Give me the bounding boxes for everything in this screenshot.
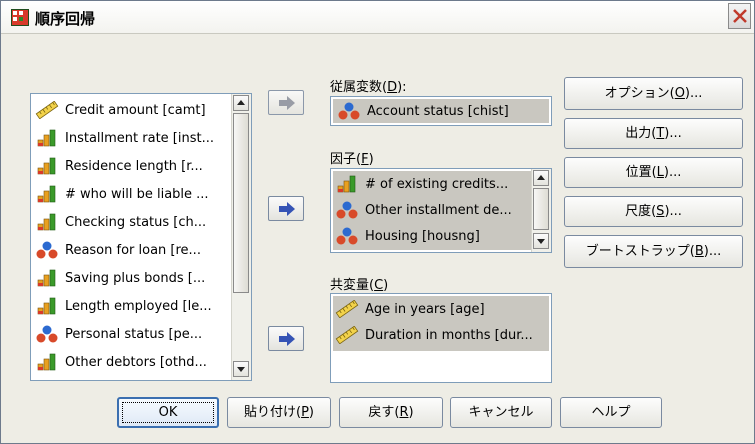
- down-arrow-icon: [537, 239, 545, 244]
- source-variable-item[interactable]: Reason for loan [re...: [35, 238, 229, 262]
- nominal-icon: [336, 201, 358, 219]
- dependent-variable-field[interactable]: Account status [chist]: [330, 96, 552, 126]
- ordinal-icon: [37, 269, 56, 287]
- right-arrow-icon: [279, 332, 295, 346]
- location-button[interactable]: 位置(L)...: [564, 157, 743, 188]
- variable-label: Residence length [r...: [65, 158, 203, 174]
- variable-label: Length employed [le...: [65, 298, 212, 314]
- reset-button[interactable]: 戻す(R): [339, 397, 443, 428]
- ok-button[interactable]: OK: [117, 397, 219, 428]
- dialog-title: 順序回帰: [35, 10, 96, 28]
- spss-data-icon: [11, 9, 29, 26]
- source-variable-item[interactable]: Personal status [pe...: [35, 322, 229, 346]
- factors-label: 因子(F): [330, 152, 374, 167]
- bootstrap-button[interactable]: ブートストラップ(B)...: [564, 235, 743, 268]
- paste-button[interactable]: 貼り付け(P): [227, 397, 331, 428]
- source-variable-item[interactable]: Credit amount [camt]: [35, 98, 229, 122]
- nominal-icon: [36, 241, 58, 259]
- variable-label: Housing [housng]: [365, 228, 480, 244]
- source-list-scrollbar[interactable]: [231, 94, 251, 380]
- factor-variable-item[interactable]: # of existing credits...: [335, 172, 529, 196]
- covariate-variable-item[interactable]: Duration in months [dur...: [335, 323, 549, 347]
- source-variable-item[interactable]: Length employed [le...: [35, 294, 229, 318]
- ordinal-icon: [37, 213, 56, 231]
- up-arrow-icon: [537, 175, 545, 180]
- variable-label: Checking status [ch...: [65, 214, 207, 230]
- scroll-thumb[interactable]: [233, 113, 249, 293]
- source-variable-item[interactable]: # who will be liable ...: [35, 182, 229, 206]
- ordinal-icon: [337, 175, 356, 193]
- scroll-up-button[interactable]: [533, 170, 549, 186]
- variable-label: Credit amount [camt]: [65, 102, 206, 118]
- source-variable-item[interactable]: Other debtors [othd...: [35, 350, 229, 374]
- source-variable-item[interactable]: Residence length [r...: [35, 154, 229, 178]
- scroll-thumb[interactable]: [533, 188, 549, 230]
- close-button[interactable]: [728, 3, 751, 29]
- scale-icon: [335, 300, 359, 318]
- nominal-icon: [36, 325, 58, 343]
- right-arrow-icon: [279, 96, 295, 110]
- variable-label: Other debtors [othd...: [65, 354, 207, 370]
- scroll-down-button[interactable]: [533, 233, 549, 249]
- up-arrow-icon: [237, 100, 245, 105]
- options-button[interactable]: オプション(O)...: [564, 77, 743, 110]
- variable-label: Installment rate [inst...: [65, 130, 214, 146]
- variable-label: Reason for loan [re...: [65, 242, 201, 258]
- covariates-label: 共変量(C): [330, 278, 389, 293]
- variable-label: Personal status [pe...: [65, 326, 203, 342]
- variable-label: Other installment de...: [365, 202, 512, 218]
- covariate-variable-item[interactable]: Age in years [age]: [335, 297, 549, 321]
- source-variable-item[interactable]: Checking status [ch...: [35, 210, 229, 234]
- factors-list[interactable]: # of existing credits... Other installmen…: [330, 168, 552, 253]
- nominal-icon: [336, 227, 358, 245]
- covariates-list[interactable]: Age in years [age] Duration in months [du…: [330, 293, 552, 383]
- scale-button[interactable]: 尺度(S)...: [564, 196, 743, 227]
- ordinal-icon: [37, 297, 56, 315]
- source-variable-list[interactable]: Credit amount [camt] Installment rate [in…: [30, 93, 252, 381]
- variable-label: Age in years [age]: [365, 301, 485, 317]
- factors-scrollbar[interactable]: [531, 169, 551, 252]
- ordinal-regression-dialog: 順序回帰 Credit amount [camt] Installment rat…: [0, 0, 755, 444]
- nominal-icon: [338, 102, 360, 120]
- variable-label: Duration in months [dur...: [365, 327, 533, 343]
- factor-variable-item[interactable]: Housing [housng]: [335, 224, 529, 248]
- variable-label: # who will be liable ...: [65, 186, 209, 202]
- scroll-up-button[interactable]: [233, 95, 249, 111]
- scale-icon: [35, 101, 59, 119]
- output-button[interactable]: 出力(T)...: [564, 118, 743, 149]
- source-variable-item[interactable]: Installment rate [inst...: [35, 126, 229, 150]
- move-to-dependent-button[interactable]: [268, 90, 304, 115]
- ordinal-icon: [37, 157, 56, 175]
- scroll-down-button[interactable]: [233, 361, 249, 377]
- move-to-factors-button[interactable]: [268, 196, 304, 221]
- ordinal-icon: [37, 185, 56, 203]
- help-button[interactable]: ヘルプ: [560, 397, 662, 428]
- factor-variable-item[interactable]: Other installment de...: [335, 198, 529, 222]
- dependent-variable-value: Account status [chist]: [367, 103, 509, 119]
- move-to-covariates-button[interactable]: [268, 326, 304, 351]
- variable-label: Saving plus bonds [...: [65, 270, 206, 286]
- ordinal-icon: [37, 129, 56, 147]
- title-bar[interactable]: 順序回帰: [1, 1, 754, 34]
- close-icon: [733, 9, 747, 23]
- cancel-button[interactable]: キャンセル: [450, 397, 552, 428]
- down-arrow-icon: [237, 367, 245, 372]
- dependent-label: 従属変数(D):: [330, 80, 407, 95]
- variable-label: # of existing credits...: [365, 176, 509, 192]
- source-variable-item[interactable]: Saving plus bonds [...: [35, 266, 229, 290]
- ordinal-icon: [37, 353, 56, 371]
- right-arrow-icon: [279, 202, 295, 216]
- scale-icon: [335, 326, 359, 344]
